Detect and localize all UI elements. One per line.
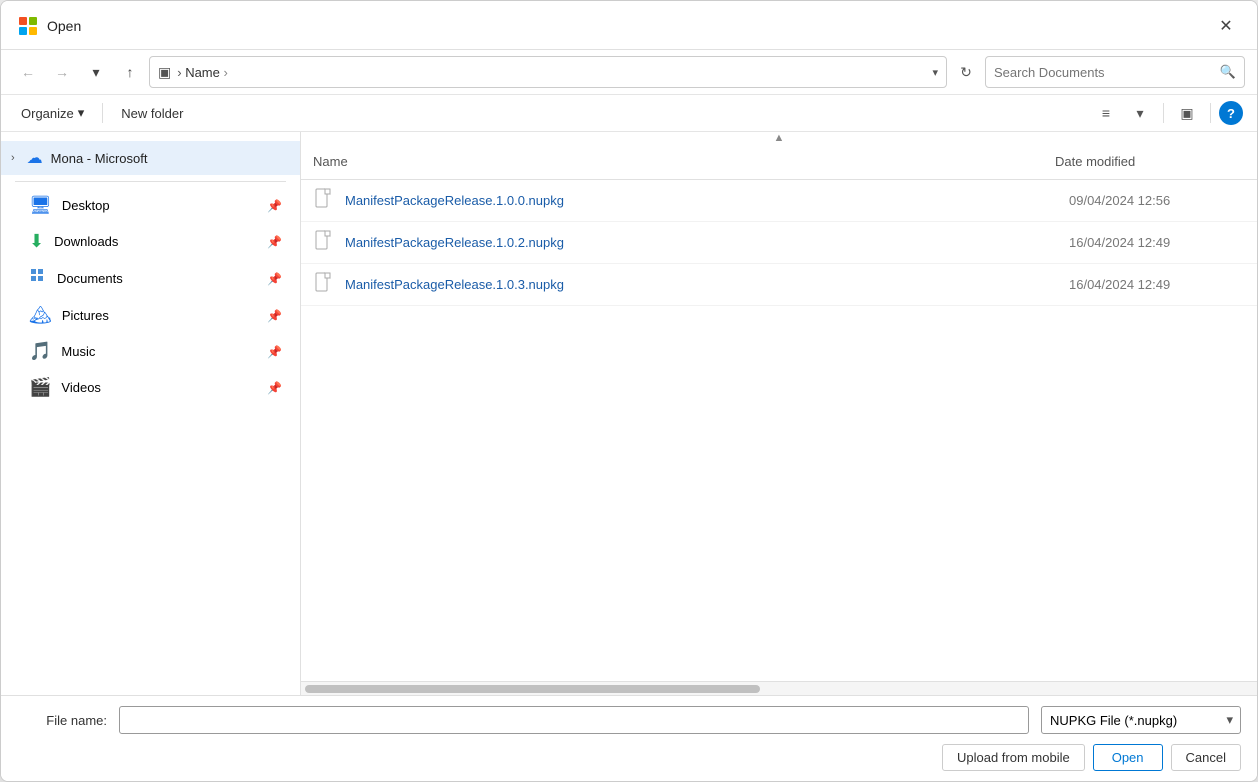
documents-icon (29, 267, 47, 290)
action-right-buttons: ≡ ▾ ▣ ? (1091, 99, 1243, 127)
open-dialog: Open ✕ ← → ▾ ↑ ▣ › Name › ▾ ↻ 🔍 Organize… (0, 0, 1258, 782)
sidebar-item-videos[interactable]: 🎬 Videos 📌 (9, 370, 292, 405)
search-input[interactable] (994, 65, 1214, 80)
refresh-button[interactable]: ↻ (951, 58, 981, 86)
scrollbar-thumb[interactable] (305, 685, 760, 693)
videos-pin-icon: 📌 (267, 381, 282, 395)
action-bar: Organize ▾ New folder ≡ ▾ ▣ ? (1, 95, 1257, 132)
main-content: › ☁ Mona - Microsoft 🖥 Desktop 📌 ⬇ Downl… (1, 132, 1257, 695)
downloads-icon: ⬇ (29, 231, 44, 252)
address-path: › Name › (177, 65, 926, 80)
sidebar-pictures-label: Pictures (62, 308, 109, 323)
search-icon: 🔍 (1220, 64, 1236, 80)
open-button[interactable]: Open (1093, 744, 1163, 771)
videos-icon: 🎬 (29, 377, 51, 398)
sidebar-divider (15, 181, 286, 182)
file-icon (301, 188, 345, 213)
sidebar-item-onedrive[interactable]: › ☁ Mona - Microsoft (1, 141, 300, 175)
list-icon: ≡ (1102, 105, 1110, 121)
breadcrumb-documents: Name (185, 65, 220, 80)
organize-arrow: ▾ (78, 105, 85, 121)
upload-mobile-button[interactable]: Upload from mobile (942, 744, 1085, 771)
table-row[interactable]: ManifestPackageRelease.1.0.0.nupkg 09/04… (301, 180, 1257, 222)
pictures-pin-icon: 📌 (267, 309, 282, 323)
new-folder-button[interactable]: New folder (115, 103, 189, 124)
organize-button[interactable]: Organize ▾ (15, 102, 90, 124)
file-list-header: ▲ Name Date modified (301, 132, 1257, 180)
forward-button[interactable]: → (47, 58, 77, 86)
file-date: 16/04/2024 12:49 (1057, 277, 1257, 292)
desktop-icon: 🖥 (29, 195, 52, 216)
downloads-pin-icon: 📌 (267, 235, 282, 249)
file-icon (301, 230, 345, 255)
pictures-icon: 🏔 (29, 305, 52, 326)
sidebar-item-pictures[interactable]: 🏔 Pictures 📌 (9, 298, 292, 333)
back-button[interactable]: ← (13, 58, 43, 86)
organize-label: Organize (21, 106, 74, 121)
footer: File name: NUPKG File (*.nupkg) All File… (1, 695, 1257, 781)
sidebar: › ☁ Mona - Microsoft 🖥 Desktop 📌 ⬇ Downl… (1, 132, 301, 695)
collapse-arrow[interactable]: ▲ (766, 132, 793, 144)
dialog-title: Open (47, 18, 81, 34)
help-button[interactable]: ? (1219, 101, 1243, 125)
file-icon (301, 272, 345, 297)
footer-buttons: Upload from mobile Open Cancel (17, 744, 1241, 771)
sidebar-desktop-label: Desktop (62, 198, 110, 213)
dropdown-history-button[interactable]: ▾ (81, 58, 111, 86)
file-list: ManifestPackageRelease.1.0.0.nupkg 09/04… (301, 180, 1257, 681)
sidebar-item-music[interactable]: 🎵 Music 📌 (9, 334, 292, 369)
address-folder-icon: ▣ (158, 64, 171, 81)
sidebar-item-desktop[interactable]: 🖥 Desktop 📌 (9, 188, 292, 223)
file-date: 09/04/2024 12:56 (1057, 193, 1257, 208)
view-dropdown-button[interactable]: ▾ (1125, 99, 1155, 127)
filename-input[interactable] (119, 706, 1029, 734)
col-name-header[interactable]: Name (301, 150, 1043, 173)
address-bar[interactable]: ▣ › Name › ▾ (149, 56, 947, 88)
close-button[interactable]: ✕ (1211, 11, 1241, 41)
breadcrumb-sep2: › (224, 65, 228, 80)
documents-pin-icon: 📌 (267, 272, 282, 286)
file-area: ▲ Name Date modified ManifestPackageRele (301, 132, 1257, 695)
sidebar-downloads-label: Downloads (54, 234, 118, 249)
cancel-button[interactable]: Cancel (1171, 744, 1241, 771)
action-separator3 (1210, 103, 1211, 123)
sidebar-documents-label: Documents (57, 271, 123, 286)
panel-icon: ▣ (1180, 105, 1193, 122)
up-button[interactable]: ↑ (115, 58, 145, 86)
filetype-select[interactable]: NUPKG File (*.nupkg) All Files (*.*) (1041, 706, 1241, 734)
breadcrumb-sep1: › (177, 65, 185, 80)
action-separator (102, 103, 103, 123)
address-dropdown-button[interactable]: ▾ (932, 66, 938, 79)
search-bar: 🔍 (985, 56, 1245, 88)
music-icon: 🎵 (29, 341, 51, 362)
title-bar: Open ✕ (1, 1, 1257, 50)
sidebar-arrow: › (11, 152, 15, 164)
sidebar-videos-label: Videos (61, 380, 101, 395)
table-row[interactable]: ManifestPackageRelease.1.0.2.nupkg 16/04… (301, 222, 1257, 264)
filetype-wrapper: NUPKG File (*.nupkg) All Files (*.*) (1041, 706, 1241, 734)
file-name: ManifestPackageRelease.1.0.3.nupkg (345, 277, 1057, 292)
sidebar-item-downloads[interactable]: ⬇ Downloads 📌 (9, 224, 292, 259)
col-date-header: Date modified (1043, 150, 1243, 173)
sidebar-music-label: Music (61, 344, 95, 359)
file-date: 16/04/2024 12:49 (1057, 235, 1257, 250)
action-separator2 (1163, 103, 1164, 123)
app-icon (17, 15, 39, 37)
view-list-button[interactable]: ≡ (1091, 99, 1121, 127)
table-row[interactable]: ManifestPackageRelease.1.0.3.nupkg 16/04… (301, 264, 1257, 306)
sidebar-item-documents[interactable]: Documents 📌 (9, 260, 292, 297)
sidebar-onedrive-label: Mona - Microsoft (51, 151, 148, 166)
file-name: ManifestPackageRelease.1.0.0.nupkg (345, 193, 1057, 208)
navigation-toolbar: ← → ▾ ↑ ▣ › Name › ▾ ↻ 🔍 (1, 50, 1257, 95)
onedrive-icon: ☁ (27, 148, 43, 168)
filename-label: File name: (17, 713, 107, 728)
desktop-pin-icon: 📌 (267, 199, 282, 213)
horizontal-scrollbar[interactable] (301, 681, 1257, 695)
title-bar-left: Open (17, 15, 81, 37)
file-name-row: File name: NUPKG File (*.nupkg) All File… (17, 706, 1241, 734)
music-pin-icon: 📌 (267, 345, 282, 359)
file-name: ManifestPackageRelease.1.0.2.nupkg (345, 235, 1057, 250)
panel-button[interactable]: ▣ (1172, 99, 1202, 127)
